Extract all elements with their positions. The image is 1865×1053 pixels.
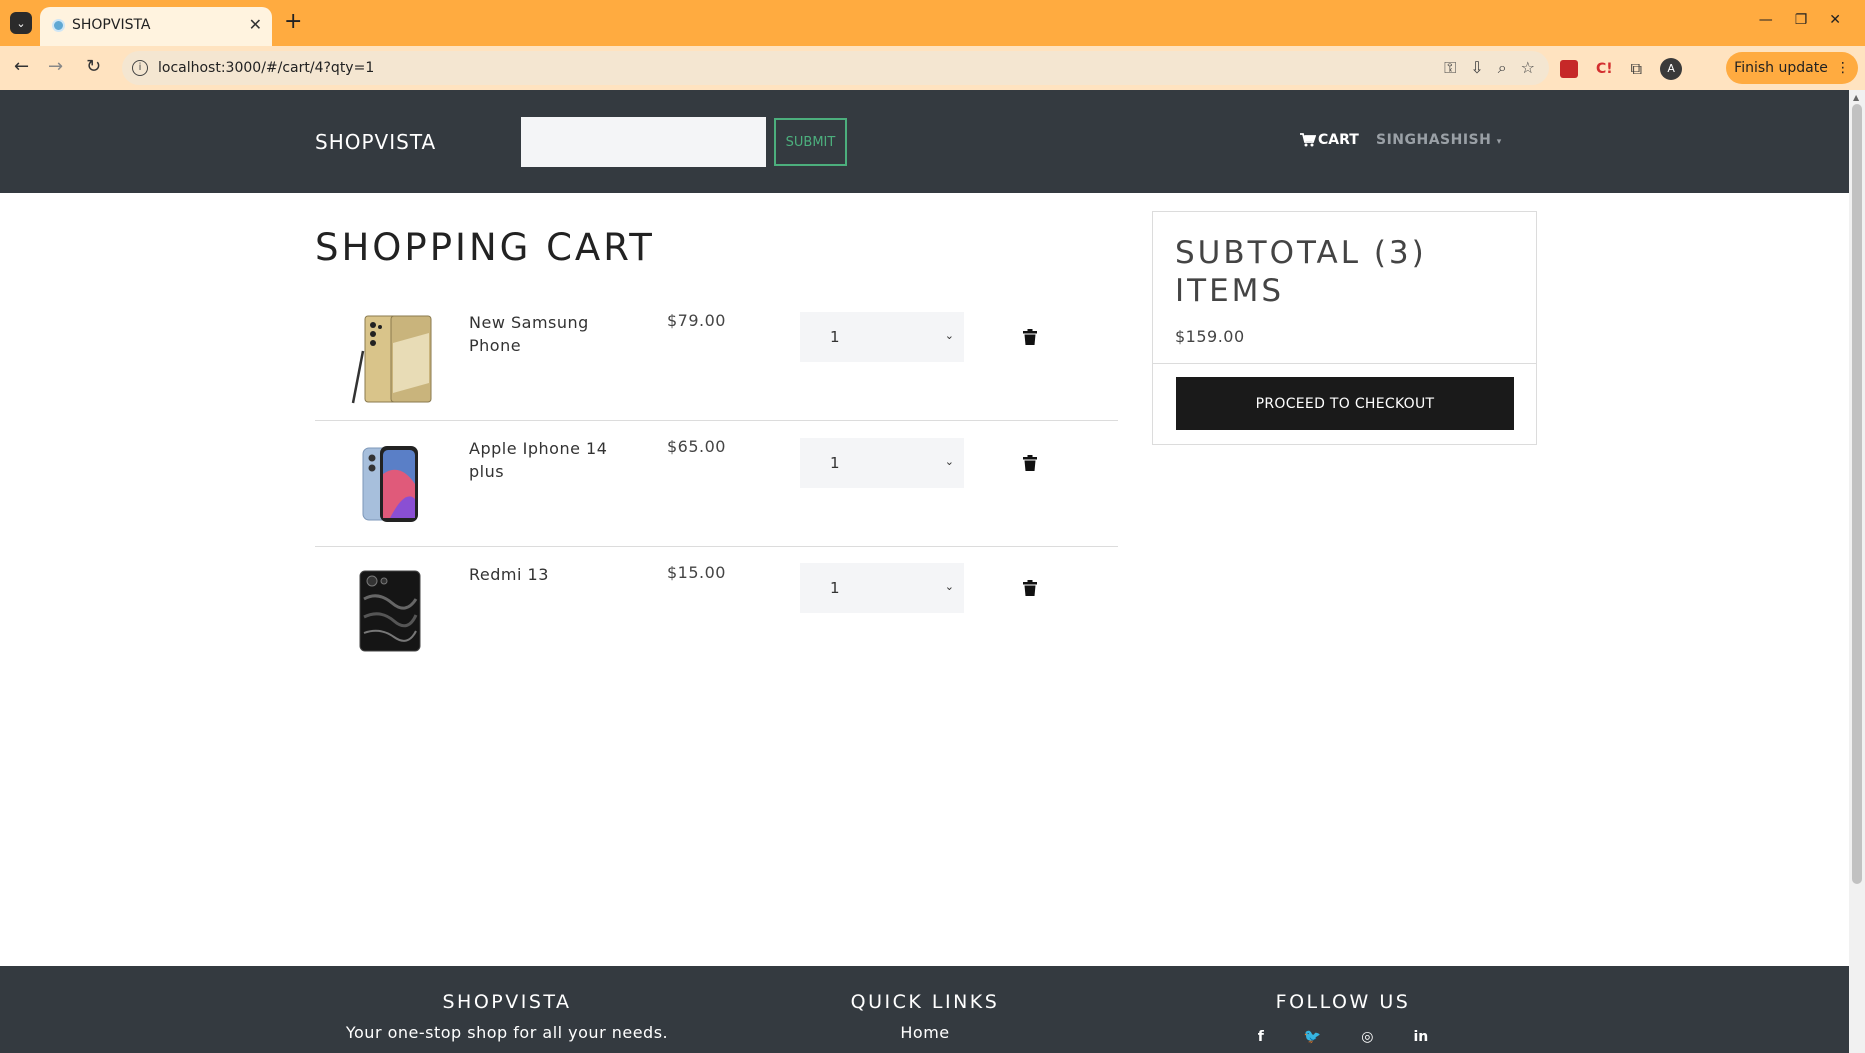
bookmark-star-icon[interactable]: ☆ [1521, 58, 1535, 78]
extensions-area: C! ⧉ A [1560, 58, 1683, 80]
facebook-icon[interactable]: f [1258, 1029, 1264, 1045]
product-image[interactable] [340, 561, 440, 661]
search-submit-button[interactable]: SUBMIT [774, 118, 847, 166]
tab-search-button[interactable]: ⌄ [10, 12, 32, 34]
iphone-image [362, 446, 418, 522]
trash-icon[interactable] [1023, 580, 1037, 596]
cart-item-row: New Samsung Phone $79.00 1 ⌄ [315, 295, 1118, 421]
site-info-icon[interactable]: i [132, 60, 148, 76]
close-tab-icon[interactable]: ✕ [249, 15, 262, 34]
site-footer: SHOPVISTA Your one-stop shop for all you… [0, 966, 1849, 1053]
proceed-to-checkout-button[interactable]: PROCEED TO CHECKOUT [1176, 377, 1514, 430]
product-price: $15.00 [667, 563, 726, 582]
twitter-icon[interactable]: 🐦 [1304, 1029, 1321, 1045]
user-name-label: SINGHASHISH [1376, 132, 1492, 148]
finish-update-label: Finish update [1734, 60, 1828, 76]
subtotal-heading: SUBTOTAL (3) ITEMS [1175, 235, 1427, 309]
quantity-select[interactable]: 1 ⌄ [800, 438, 964, 488]
close-window-icon[interactable]: ✕ [1829, 12, 1841, 28]
browser-toolbar: ← → ↻ i localhost:3000/#/cart/4?qty=1 ⚿ … [0, 46, 1865, 90]
window-controls: — ❐ ✕ [1759, 12, 1841, 28]
back-icon[interactable]: ← [14, 56, 29, 77]
instagram-icon[interactable]: ◎ [1361, 1029, 1373, 1045]
finish-update-button[interactable]: Finish update ⋮ [1726, 52, 1858, 84]
scroll-up-icon[interactable]: ▲ [1853, 93, 1859, 102]
page-scrollbar[interactable]: ▲ [1849, 90, 1865, 1053]
user-dropdown[interactable]: SINGHASHISH ▾ [1376, 132, 1502, 148]
trash-icon[interactable] [1023, 455, 1037, 471]
nav-cart-label: CART [1318, 132, 1359, 148]
caret-down-icon: ▾ [1496, 137, 1502, 147]
scrollbar-thumb[interactable] [1852, 104, 1862, 884]
product-image[interactable] [340, 434, 440, 534]
cart-icon [1300, 133, 1316, 147]
redmi-phone-image [359, 570, 421, 652]
footer-follow: FOLLOW US f 🐦 ◎ in [1193, 991, 1493, 1045]
browser-tab-strip: ⌄ SHOPVISTA ✕ + — ❐ ✕ [0, 0, 1865, 46]
install-app-icon[interactable]: ⇩ [1470, 58, 1483, 78]
url-text[interactable]: localhost:3000/#/cart/4?qty=1 [158, 60, 374, 76]
forward-icon[interactable]: → [48, 56, 63, 77]
product-price: $79.00 [667, 311, 726, 330]
favicon-icon [52, 19, 65, 32]
address-bar[interactable]: i localhost:3000/#/cart/4?qty=1 ⚿ ⇩ ⌕ ☆ [122, 51, 1549, 85]
trash-icon[interactable] [1023, 329, 1037, 345]
site-navbar: SHOPVISTA SUBMIT CART SINGHASHISH ▾ [0, 90, 1849, 193]
extension-red-icon[interactable] [1560, 60, 1578, 78]
select-chevron-icon: ⌄ [944, 329, 954, 342]
password-key-icon[interactable]: ⚿ [1444, 58, 1456, 78]
social-links: f 🐦 ◎ in [1193, 1029, 1493, 1045]
tab-title: SHOPVISTA [72, 17, 151, 33]
quantity-select[interactable]: 1 ⌄ [800, 563, 964, 613]
product-name-link[interactable]: Redmi 13 [469, 563, 614, 586]
product-image[interactable] [340, 309, 440, 409]
reload-icon[interactable]: ↻ [86, 56, 101, 77]
nav-cart-link[interactable]: CART [1300, 132, 1359, 148]
product-name-link[interactable]: Apple Iphone 14 plus [469, 437, 614, 483]
cart-item-row: Apple Iphone 14 plus $65.00 1 ⌄ [315, 421, 1118, 547]
brand-logo[interactable]: SHOPVISTA [315, 130, 436, 154]
quantity-value: 1 [830, 454, 840, 472]
order-summary-card: SUBTOTAL (3) ITEMS $159.00 PROCEED TO CH… [1152, 211, 1537, 445]
minimize-icon[interactable]: — [1759, 12, 1773, 28]
zoom-icon[interactable]: ⌕ [1498, 58, 1507, 78]
extension-c-icon[interactable]: C! [1596, 61, 1613, 77]
product-price: $65.00 [667, 437, 726, 456]
new-tab-button[interactable]: + [284, 9, 302, 34]
select-chevron-icon: ⌄ [944, 580, 954, 593]
restore-icon[interactable]: ❐ [1795, 12, 1808, 28]
summary-divider [1153, 363, 1536, 364]
quantity-value: 1 [830, 328, 840, 346]
extensions-puzzle-icon[interactable]: ⧉ [1631, 59, 1642, 79]
browser-tab[interactable]: SHOPVISTA ✕ [40, 7, 272, 46]
omnibox-actions: ⚿ ⇩ ⌕ ☆ [1444, 58, 1535, 78]
product-name-link[interactable]: New Samsung Phone [469, 311, 614, 357]
subtotal-amount: $159.00 [1175, 327, 1245, 346]
footer-tagline: Your one-stop shop for all your needs. [345, 1023, 669, 1042]
page-title: SHOPPING CART [315, 226, 655, 269]
footer-link-home[interactable]: Home [775, 1023, 1075, 1042]
cart-item-row: Redmi 13 $15.00 1 ⌄ [315, 547, 1118, 673]
footer-about: SHOPVISTA Your one-stop shop for all you… [307, 991, 707, 1042]
footer-quick-links: QUICK LINKS Home [775, 991, 1075, 1042]
samsung-phone-image [351, 315, 432, 404]
kebab-menu-icon: ⋮ [1835, 60, 1850, 76]
quantity-value: 1 [830, 579, 840, 597]
search-input[interactable] [521, 117, 766, 167]
quick-links-heading: QUICK LINKS [850, 991, 1000, 1013]
profile-avatar[interactable]: A [1660, 58, 1683, 80]
follow-us-heading: FOLLOW US [1275, 991, 1411, 1013]
quantity-select[interactable]: 1 ⌄ [800, 312, 964, 362]
footer-brand-heading: SHOPVISTA [442, 991, 572, 1013]
linkedin-icon[interactable]: in [1413, 1029, 1428, 1045]
select-chevron-icon: ⌄ [944, 455, 954, 468]
